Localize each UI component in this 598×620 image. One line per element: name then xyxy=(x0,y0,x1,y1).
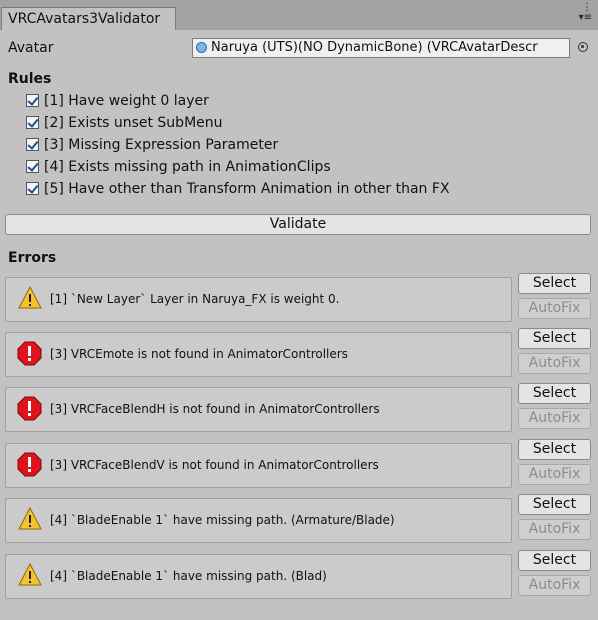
select-button[interactable]: Select xyxy=(518,550,591,571)
select-button[interactable]: Select xyxy=(518,439,591,460)
select-button[interactable]: Select xyxy=(518,328,591,349)
rule-5-checkbox[interactable] xyxy=(26,182,39,195)
rule-1-label: [1] Have weight 0 layer xyxy=(44,93,209,109)
avatar-descriptor-icon xyxy=(196,42,207,53)
select-button[interactable]: Select xyxy=(518,383,591,404)
errors-title: Errors xyxy=(8,250,57,266)
error-icon xyxy=(17,396,42,421)
menu-icon[interactable]: ▾≡ xyxy=(579,12,592,23)
autofix-button[interactable]: AutoFix xyxy=(518,464,591,485)
avatar-object-field[interactable]: Naruya (UTS)(NO DynamicBone) (VRCAvatarD… xyxy=(192,38,570,58)
tab-bar: VRCAvatars3Validator ⋮ ▾≡ xyxy=(0,0,598,30)
select-button[interactable]: Select xyxy=(518,273,591,294)
rules-title: Rules xyxy=(8,71,52,87)
rule-3-label: [3] Missing Expression Parameter xyxy=(44,137,279,153)
warning-icon xyxy=(18,286,42,309)
avatar-object-value: Naruya (UTS)(NO DynamicBone) (VRCAvatarD… xyxy=(211,40,538,55)
warning-icon xyxy=(18,507,42,530)
autofix-button[interactable]: AutoFix xyxy=(518,408,591,429)
rule-4-label: [4] Exists missing path in AnimationClip… xyxy=(44,159,331,175)
rule-2-label: [2] Exists unset SubMenu xyxy=(44,115,223,131)
rule-2-checkbox[interactable] xyxy=(26,116,39,129)
rule-4[interactable]: [4] Exists missing path in AnimationClip… xyxy=(26,158,331,176)
error-icon xyxy=(17,452,42,477)
error-message: [1] `New Layer` Layer in Naruya_FX is we… xyxy=(50,292,340,306)
rule-3[interactable]: [3] Missing Expression Parameter xyxy=(26,136,278,154)
error-item: [1] `New Layer` Layer in Naruya_FX is we… xyxy=(5,277,512,322)
validator-panel: Avatar Naruya (UTS)(NO DynamicBone) (VRC… xyxy=(0,30,598,620)
error-item: [4] `BladeEnable 1` have missing path. (… xyxy=(5,554,512,599)
error-item: [4] `BladeEnable 1` have missing path. (… xyxy=(5,498,512,543)
rule-4-checkbox[interactable] xyxy=(26,160,39,173)
error-message: [3] VRCFaceBlendV is not found in Animat… xyxy=(50,458,379,472)
error-item: [3] VRCEmote is not found in AnimatorCon… xyxy=(5,332,512,377)
select-button[interactable]: Select xyxy=(518,494,591,515)
warning-icon xyxy=(18,563,42,586)
tab-validator[interactable]: VRCAvatars3Validator xyxy=(1,7,176,30)
window-controls[interactable]: ⋮ ▾≡ xyxy=(579,3,592,23)
validate-button[interactable]: Validate xyxy=(5,214,591,235)
error-message: [3] VRCFaceBlendH is not found in Animat… xyxy=(50,402,380,416)
error-message: [4] `BladeEnable 1` have missing path. (… xyxy=(50,569,327,583)
error-item: [3] VRCFaceBlendV is not found in Animat… xyxy=(5,443,512,488)
rule-1-checkbox[interactable] xyxy=(26,94,39,107)
rule-1[interactable]: [1] Have weight 0 layer xyxy=(26,92,209,110)
rule-5[interactable]: [5] Have other than Transform Animation … xyxy=(26,180,450,198)
autofix-button[interactable]: AutoFix xyxy=(518,353,591,374)
autofix-button[interactable]: AutoFix xyxy=(518,519,591,540)
autofix-button[interactable]: AutoFix xyxy=(518,575,591,596)
object-picker-icon[interactable] xyxy=(578,42,588,52)
avatar-label: Avatar xyxy=(8,40,54,56)
rule-3-checkbox[interactable] xyxy=(26,138,39,151)
error-message: [4] `BladeEnable 1` have missing path. (… xyxy=(50,513,395,527)
rule-2[interactable]: [2] Exists unset SubMenu xyxy=(26,114,223,132)
autofix-button[interactable]: AutoFix xyxy=(518,298,591,319)
error-message: [3] VRCEmote is not found in AnimatorCon… xyxy=(50,347,348,361)
error-item: [3] VRCFaceBlendH is not found in Animat… xyxy=(5,387,512,432)
error-icon xyxy=(17,341,42,366)
rule-5-label: [5] Have other than Transform Animation … xyxy=(44,181,450,197)
